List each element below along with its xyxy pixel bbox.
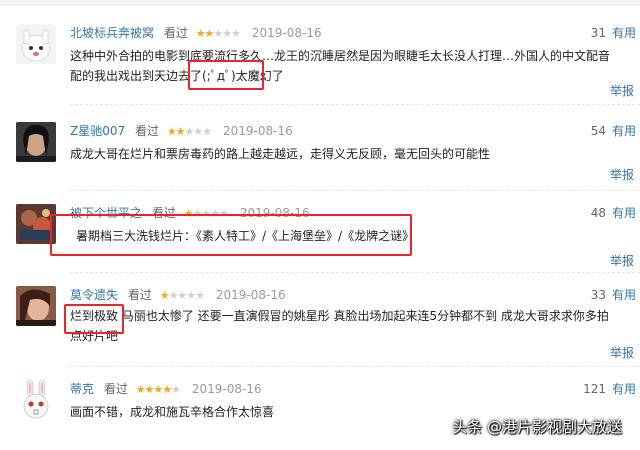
star-rating: ★★★★★: [159, 289, 205, 302]
avatar[interactable]: [16, 380, 56, 420]
vote-count: 121: [583, 382, 606, 396]
review-date: 2019-08-16: [191, 382, 262, 396]
avatar-image: [16, 380, 56, 420]
row-divider: [70, 190, 640, 191]
highlight-box: [50, 214, 412, 256]
highlight-box: [188, 60, 264, 90]
avatar-image: [16, 24, 56, 64]
row-divider: [70, 366, 640, 367]
username-link[interactable]: 蒂克: [70, 382, 94, 396]
report-link[interactable]: 举报: [610, 166, 634, 183]
watch-status: 看过: [134, 124, 159, 138]
username-link[interactable]: 莫令遗失: [70, 288, 118, 302]
useful-button[interactable]: 有用: [612, 24, 636, 42]
review-header: Z星驰007 看过 ★★★★★ 2019-08-16: [70, 122, 293, 140]
report-link[interactable]: 举报: [610, 82, 634, 99]
useful-button[interactable]: 有用: [612, 286, 636, 304]
useful-button[interactable]: 有用: [612, 380, 636, 398]
top-divider: [0, 0, 640, 6]
star-rating: ★★★★★: [195, 27, 241, 40]
vote-count: 48: [590, 206, 606, 220]
watermark: 头条 @港片影视剧大放送: [452, 418, 622, 436]
row-divider: [70, 272, 640, 273]
vote-count: 54: [590, 124, 606, 138]
vote-count: 33: [590, 288, 606, 302]
avatar[interactable]: [16, 24, 56, 64]
report-link[interactable]: 举报: [610, 344, 634, 361]
review-header: 莫令遗失 看过 ★★★★★ 2019-08-16: [70, 286, 286, 304]
useful-button[interactable]: 有用: [612, 204, 636, 222]
report-link[interactable]: 举报: [610, 252, 634, 269]
avatar-image: [16, 286, 56, 326]
review-header: 北坡标兵奔被窝 看过 ★★★★★ 2019-08-16: [70, 24, 322, 42]
vote-count: 31: [590, 26, 606, 40]
review-date: 2019-08-16: [251, 26, 322, 40]
watch-status: 看过: [127, 288, 152, 302]
useful-button[interactable]: 有用: [612, 122, 636, 140]
username-link[interactable]: 北坡标兵奔被窝: [70, 26, 154, 40]
avatar[interactable]: [16, 286, 56, 326]
star-rating: ★★★★★: [166, 125, 212, 138]
row-divider: [70, 104, 640, 105]
avatar[interactable]: [16, 122, 56, 162]
username-link[interactable]: Z星驰007: [70, 124, 125, 138]
review-text: 这种中外合拍的电影到底要流行多久…龙王的沉睡居然是因为眼睫毛太长没人打理…外国人…: [70, 49, 611, 83]
review-date: 2019-08-16: [215, 288, 286, 302]
review-header: 蒂克 看过 ★★★★★ 2019-08-16: [70, 380, 262, 398]
review-date: 2019-08-16: [222, 124, 293, 138]
review-text: 成龙大哥在烂片和票房毒药的路上越走越远，走得义无反顾，毫无回头的可能性: [70, 147, 491, 161]
watch-status: 看过: [103, 382, 128, 396]
watch-status: 看过: [163, 26, 188, 40]
highlight-box: [64, 304, 124, 334]
review-text: 烂到极致 马丽也太惨了 还要一直演假冒的姚星彤 真脸出场加起来连5分钟都不到 成…: [70, 309, 609, 343]
star-rating: ★★★★★: [135, 383, 181, 396]
avatar-image: [16, 122, 56, 162]
